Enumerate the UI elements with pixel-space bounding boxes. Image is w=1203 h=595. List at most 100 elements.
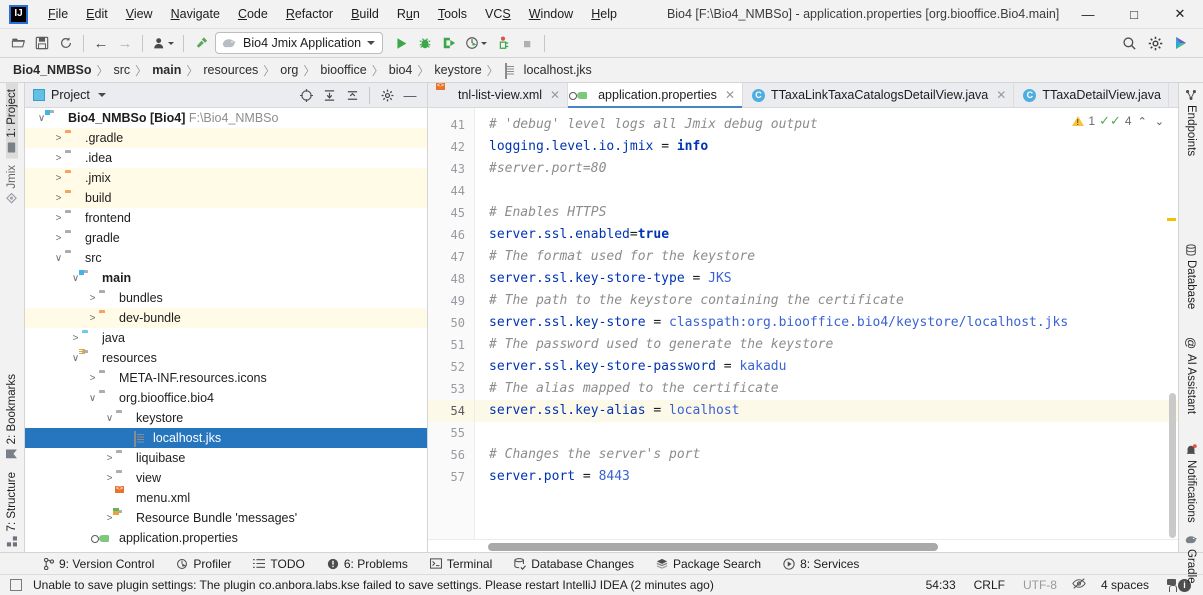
code-content[interactable]: # 'debug' level logs all Jmix debug outp… [475, 108, 1178, 539]
previous-highlight-icon[interactable]: ⌃ [1136, 115, 1149, 128]
tree-node-liquibase[interactable]: liquibase [25, 448, 427, 468]
code-line[interactable]: # The password used to generate the keys… [489, 334, 1178, 356]
tree-node-meta-inf-resources-icons[interactable]: META-INF.resources.icons [25, 368, 427, 388]
refresh-icon[interactable] [54, 32, 78, 54]
bottom-item-terminal[interactable]: Terminal [419, 557, 503, 571]
bottom-item-profiler[interactable]: Profiler [165, 557, 242, 571]
stop-button[interactable]: ■ [515, 32, 539, 54]
line-number[interactable]: 42 [428, 136, 474, 158]
breadcrumb-item-6[interactable]: bio4 [385, 63, 417, 77]
breadcrumb-item-3[interactable]: resources [199, 63, 262, 77]
menu-window[interactable]: Window [520, 3, 582, 25]
tab-application-properties[interactable]: application.properties ✕ [568, 83, 743, 108]
hammer-icon[interactable] [189, 32, 213, 54]
code-editor[interactable]: 41 42 43 44 45 46 47 48 49 50 51 52 53 54 55 56 57 # 'de… [428, 108, 1178, 539]
tree-node-dev-bundle[interactable]: dev-bundle [25, 308, 427, 328]
close-icon[interactable]: ✕ [725, 88, 735, 102]
expand-all-icon[interactable] [318, 85, 340, 105]
code-line[interactable] [489, 180, 1178, 202]
bottom-item-database-changes[interactable]: Database Changes [503, 557, 645, 571]
tree-node-resource-bundle-messages[interactable]: Resource Bundle 'messages' [25, 508, 427, 528]
run-with-coverage-icon[interactable] [437, 32, 461, 54]
tree-expand-arrow-icon[interactable] [52, 193, 65, 204]
code-line[interactable]: # The alias mapped to the certificate [489, 378, 1178, 400]
code-line[interactable]: #server.port=80 [489, 158, 1178, 180]
code-line[interactable]: server.ssl.key-store = classpath:org.bio… [489, 312, 1178, 334]
code-line[interactable]: logging.level.io.jmix = info [489, 136, 1178, 158]
run-configuration-selector[interactable]: Bio4 Jmix Application [215, 32, 384, 54]
indent-setting[interactable]: 4 spaces [1092, 578, 1158, 592]
tree-expand-arrow-icon[interactable] [69, 333, 82, 344]
minimize-button[interactable]: — [1065, 0, 1111, 29]
line-number[interactable]: 47 [428, 246, 474, 268]
menu-file[interactable]: File [39, 3, 77, 25]
debug-bug-icon[interactable] [413, 32, 437, 54]
code-line[interactable]: # The path to the keystore containing th… [489, 290, 1178, 312]
menu-vcs[interactable]: VCS [476, 3, 520, 25]
tree-expand-arrow-icon[interactable] [103, 453, 116, 464]
tree-node-frontend[interactable]: frontend [25, 208, 427, 228]
code-line[interactable]: server.ssl.key-store-type = JKS [489, 268, 1178, 290]
settings-gear-icon[interactable] [1143, 32, 1167, 54]
sidebar-item-jmix[interactable]: Jmix [6, 159, 18, 210]
settings-gear-icon[interactable] [376, 85, 398, 105]
breadcrumb-item-1[interactable]: src [110, 63, 135, 77]
code-line[interactable]: # The format used for the keystore [489, 246, 1178, 268]
tree-expand-arrow-icon[interactable] [103, 413, 116, 424]
line-number[interactable]: 43 [428, 158, 474, 180]
chevron-down-icon[interactable] [367, 41, 376, 45]
bottom-item-version-control[interactable]: 9: Version Control [33, 557, 165, 571]
tree-node-bio4-nmbso[interactable]: Bio4_NMBSo [Bio4] F:\Bio4_NMBSo [25, 108, 427, 128]
line-separator[interactable]: CRLF [965, 578, 1014, 592]
tree-node-java[interactable]: java [25, 328, 427, 348]
tree-node-menu-xml[interactable]: menu.xml [25, 488, 427, 508]
editor-vertical-scrollbar[interactable] [1167, 108, 1177, 539]
code-line[interactable]: server.ssl.key-alias = localhost [475, 400, 1178, 422]
breadcrumb-item-2[interactable]: main [148, 63, 185, 77]
tree-node-gradle[interactable]: .gradle [25, 128, 427, 148]
code-line[interactable]: server.ssl.enabled=true [489, 224, 1178, 246]
tree-expand-arrow-icon[interactable] [52, 233, 65, 244]
search-icon[interactable] [1117, 32, 1141, 54]
collapse-all-icon[interactable] [341, 85, 363, 105]
user-profile-icon[interactable] [148, 32, 178, 54]
tree-node-idea[interactable]: .idea [25, 148, 427, 168]
bottom-item-problems[interactable]: 6: Problems [316, 557, 419, 571]
horizontal-scrollbar-thumb[interactable] [488, 543, 938, 551]
tree-expand-arrow-icon[interactable] [86, 373, 99, 384]
tree-expand-arrow-icon[interactable] [52, 253, 65, 264]
line-number[interactable]: 55 [428, 422, 474, 444]
menu-edit[interactable]: Edit [77, 3, 117, 25]
code-line[interactable]: server.port = 8443 [489, 466, 1178, 488]
menu-help[interactable]: Help [582, 3, 626, 25]
sidebar-item-database[interactable]: Database [1185, 238, 1197, 315]
line-number[interactable]: 54 [428, 400, 474, 422]
bottom-item-services[interactable]: 8: Services [772, 557, 870, 571]
sidebar-item-gradle[interactable]: Gradle [1185, 528, 1198, 590]
save-icon[interactable] [30, 32, 54, 54]
file-encoding[interactable]: UTF-8 [1014, 578, 1066, 592]
breadcrumb-item-7[interactable]: keystore [430, 63, 485, 77]
inspection-widget[interactable]: 1 ✓✓ 4 ⌃ ⌄ [1072, 113, 1166, 129]
tree-node-org-biooffice-bio4[interactable]: org.biooffice.bio4 [25, 388, 427, 408]
tree-node-jmix[interactable]: .jmix [25, 168, 427, 188]
menu-refactor[interactable]: Refactor [277, 3, 342, 25]
menu-build[interactable]: Build [342, 3, 388, 25]
menu-navigate[interactable]: Navigate [162, 3, 229, 25]
breadcrumb-item-5[interactable]: biooffice [316, 63, 370, 77]
bottom-item-todo[interactable]: TODO [242, 557, 315, 571]
tree-node-resources[interactable]: resources [25, 348, 427, 368]
status-message[interactable]: Unable to save plugin settings: The plug… [33, 578, 714, 592]
tree-node-localhost-jks[interactable]: localhost.jks [25, 428, 427, 448]
line-number[interactable]: 57 [428, 466, 474, 488]
reader-mode-off-icon[interactable] [1066, 577, 1092, 593]
close-icon[interactable]: ✕ [550, 88, 560, 102]
sidebar-item-endpoints[interactable]: Endpoints [1185, 83, 1197, 162]
menu-code[interactable]: Code [229, 3, 277, 25]
menu-view[interactable]: View [117, 3, 162, 25]
project-tree[interactable]: Bio4_NMBSo [Bio4] F:\Bio4_NMBSo .gradle .i… [25, 108, 427, 552]
navigate-back-icon[interactable]: ← [89, 32, 113, 54]
breadcrumb-item-8[interactable]: localhost.jks [524, 63, 596, 77]
scrollbar-thumb[interactable] [1169, 393, 1176, 538]
tree-node-keystore[interactable]: keystore [25, 408, 427, 428]
